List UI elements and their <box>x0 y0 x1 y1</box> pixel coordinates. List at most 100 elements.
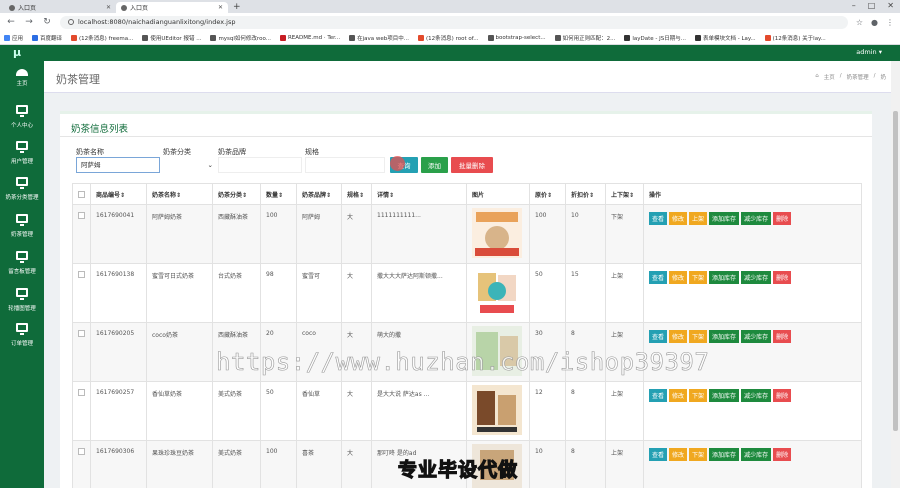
category-filter-select[interactable]: ⌄ <box>163 157 215 173</box>
cell-spec: 大 <box>341 204 372 264</box>
cell-name: 香仙草奶茶 <box>146 381 213 441</box>
add-stock-button[interactable]: 添加库存 <box>709 330 740 343</box>
reduce-stock-button[interactable]: 减少库存 <box>741 212 772 225</box>
cell-qty: 100 <box>260 204 297 264</box>
bookmark-item[interactable]: mysql如何修改roo... <box>210 34 271 42</box>
col-header[interactable]: 数量⇕ <box>260 183 297 205</box>
col-header[interactable]: 详情⇕ <box>371 183 467 205</box>
bookmark-item[interactable]: 百度翻译 <box>32 34 62 42</box>
bookmark-item[interactable]: 在java web项目中... <box>349 34 409 42</box>
add-stock-button[interactable]: 添加库存 <box>709 389 740 402</box>
view-button[interactable]: 查看 <box>649 212 668 225</box>
bookmark-item[interactable]: 应用 <box>4 34 23 42</box>
delete-button[interactable]: 删除 <box>773 389 792 402</box>
col-header[interactable]: 规格⇕ <box>341 183 372 205</box>
delete-button[interactable]: 删除 <box>773 212 792 225</box>
col-header[interactable]: 奶茶分类⇕ <box>212 183 261 205</box>
bookmark-item[interactable]: bootstrap-select... <box>487 34 546 41</box>
minimize-icon[interactable]: – <box>852 1 856 10</box>
col-header[interactable]: 奶茶品牌⇕ <box>296 183 342 205</box>
toggle-shelf-button[interactable]: 上架 <box>689 212 708 225</box>
toggle-shelf-button[interactable]: 下架 <box>689 330 708 343</box>
row-checkbox[interactable] <box>78 212 85 219</box>
row-actions: 查看 修改 下架 添加库存 减少库存 删除 <box>649 330 861 343</box>
menu-icon[interactable]: ⋮ <box>886 18 894 27</box>
select-all-checkbox[interactable] <box>78 190 85 198</box>
sidebar-item-carousel[interactable]: 轮播图管理 <box>0 288 44 312</box>
add-stock-button[interactable]: 添加库存 <box>709 271 740 284</box>
col-header[interactable]: 上下架⇕ <box>605 183 644 205</box>
col-header[interactable]: 商品编号⇕ <box>90 183 147 205</box>
view-button[interactable]: 查看 <box>649 271 668 284</box>
close-window-icon[interactable]: ✕ <box>887 1 894 10</box>
bookmark-item[interactable]: 表单模块文档 - Lay... <box>694 34 756 42</box>
view-button[interactable]: 查看 <box>649 448 668 461</box>
cell-qty: 100 <box>260 440 297 488</box>
browser-tab-active[interactable]: 入口页 ✕ <box>116 2 228 13</box>
toggle-shelf-button[interactable]: 下架 <box>689 389 708 402</box>
maximize-icon[interactable]: □ <box>868 1 876 10</box>
delete-button[interactable]: 删除 <box>773 271 792 284</box>
toggle-shelf-button[interactable]: 下架 <box>689 448 708 461</box>
view-button[interactable]: 查看 <box>649 389 668 402</box>
close-icon[interactable]: ✕ <box>218 4 223 11</box>
bookmark-item[interactable]: 使用UEditor 报错 ... <box>142 34 201 42</box>
edit-button[interactable]: 修改 <box>669 448 688 461</box>
name-filter-input[interactable]: 阿萨姆 <box>76 157 160 173</box>
reduce-stock-button[interactable]: 减少库存 <box>741 271 772 284</box>
col-header[interactable]: 原价⇕ <box>529 183 566 205</box>
close-icon[interactable]: ✕ <box>106 4 111 11</box>
add-button[interactable]: 添加 <box>421 157 448 173</box>
col-header[interactable]: 奶茶名称⇕ <box>146 183 213 205</box>
brand-filter-input[interactable] <box>218 157 302 173</box>
row-checkbox[interactable] <box>78 448 85 455</box>
reduce-stock-button[interactable]: 减少库存 <box>741 448 772 461</box>
table-row: 1617690257 香仙草奶茶 美式奶茶 50 香仙草 大 是大大说 萨达as… <box>72 381 862 441</box>
scrollbar-thumb[interactable] <box>893 111 898 431</box>
edit-button[interactable]: 修改 <box>669 330 688 343</box>
sidebar-item-profile[interactable]: 个人中心 <box>0 105 44 129</box>
cell-id: 1617690138 <box>90 263 147 323</box>
sidebar-item-users[interactable]: 用户管理 <box>0 141 44 165</box>
browser-tab[interactable]: 入口页 ✕ <box>4 2 116 13</box>
toggle-shelf-button[interactable]: 下架 <box>689 271 708 284</box>
sidebar-item-tea[interactable]: 奶茶管理 <box>0 214 44 238</box>
row-checkbox[interactable] <box>78 271 85 278</box>
bookmark-item[interactable]: (12条消息) root of... <box>418 34 479 42</box>
spec-filter-input[interactable] <box>305 157 385 173</box>
breadcrumb-home[interactable]: 主页 <box>824 73 835 81</box>
new-tab-button[interactable]: + <box>233 2 241 13</box>
row-checkbox[interactable] <box>78 389 85 396</box>
url-input[interactable]: localhost:8080/naichadianguanlixitong/in… <box>60 15 848 29</box>
sidebar-item-tea-categories[interactable]: 奶茶分类管理 <box>0 177 44 201</box>
bookmark-item[interactable]: 如何用正则匹配：2... <box>554 34 615 42</box>
reduce-stock-button[interactable]: 减少库存 <box>741 389 772 402</box>
add-stock-button[interactable]: 添加库存 <box>709 212 740 225</box>
page-scrollbar[interactable] <box>891 61 900 488</box>
profile-icon[interactable]: ● <box>871 18 878 27</box>
reload-icon[interactable]: ↻ <box>42 17 52 27</box>
view-button[interactable]: 查看 <box>649 330 668 343</box>
delete-button[interactable]: 删除 <box>773 448 792 461</box>
bookmark-item[interactable]: layDate - JS日期与... <box>624 34 686 42</box>
reduce-stock-button[interactable]: 减少库存 <box>741 330 772 343</box>
edit-button[interactable]: 修改 <box>669 271 688 284</box>
delete-button[interactable]: 删除 <box>773 330 792 343</box>
edit-button[interactable]: 修改 <box>669 389 688 402</box>
sidebar-item-orders[interactable]: 订单管理 <box>0 323 44 347</box>
sidebar-item-messages[interactable]: 留言板管理 <box>0 251 44 275</box>
sidebar-item-home[interactable]: 主页 <box>0 69 44 87</box>
forward-icon[interactable]: → <box>24 17 34 27</box>
bookmark-item[interactable]: (12条消息) 关于lay... <box>764 34 826 42</box>
star-icon[interactable]: ☆ <box>856 18 863 27</box>
edit-button[interactable]: 修改 <box>669 212 688 225</box>
row-checkbox[interactable] <box>78 330 85 337</box>
add-stock-button[interactable]: 添加库存 <box>709 448 740 461</box>
col-header[interactable]: 折扣价⇕ <box>565 183 606 205</box>
bookmark-item[interactable]: README.md · Ter... <box>279 34 340 41</box>
breadcrumb-tea[interactable]: 奶茶管理 <box>847 73 869 81</box>
bookmark-item[interactable]: (12条消息) freema... <box>71 34 133 42</box>
back-icon[interactable]: ← <box>6 17 16 27</box>
batch-delete-button[interactable]: 批量删除 <box>451 157 493 173</box>
user-menu[interactable]: admin ▾ <box>856 48 882 56</box>
